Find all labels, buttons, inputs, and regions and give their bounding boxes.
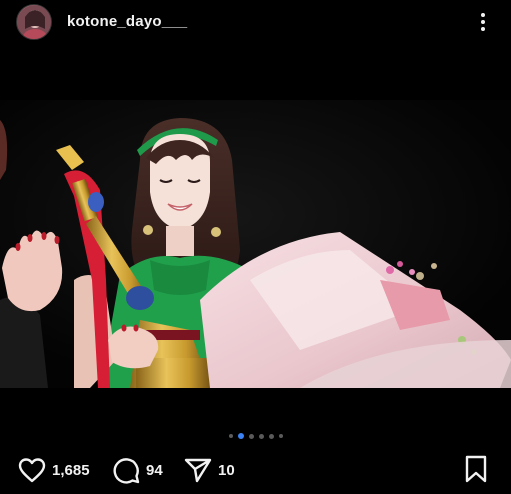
carousel-dot-active <box>237 433 244 439</box>
heart-icon[interactable] <box>18 457 46 483</box>
username[interactable]: kotone_dayo___ <box>67 13 187 30</box>
shares-count: 10 <box>218 461 235 479</box>
comments-count: 94 <box>146 461 163 479</box>
bookmark-icon[interactable] <box>464 455 488 483</box>
send-icon[interactable] <box>184 457 212 483</box>
more-vertical-icon[interactable] <box>477 10 489 34</box>
carousel-indicator <box>0 432 511 440</box>
post-image[interactable] <box>0 100 511 388</box>
carousel-dot <box>248 433 254 439</box>
save-button[interactable] <box>464 455 488 483</box>
like-button[interactable]: 1,685 <box>18 452 90 488</box>
avatar-image <box>17 5 51 39</box>
comment-bubble-icon[interactable] <box>112 456 140 484</box>
carousel-dot <box>268 433 274 439</box>
post-header: kotone_dayo___ <box>0 0 511 44</box>
action-bar: 1,685 94 10 <box>0 452 511 488</box>
profile-avatar[interactable] <box>16 4 52 40</box>
carousel-dot <box>258 433 264 439</box>
share-button[interactable]: 10 <box>184 452 235 488</box>
carousel-dot <box>278 434 283 438</box>
likes-count: 1,685 <box>52 461 90 479</box>
carousel-dot <box>228 434 233 438</box>
comment-button[interactable]: 94 <box>112 452 163 488</box>
